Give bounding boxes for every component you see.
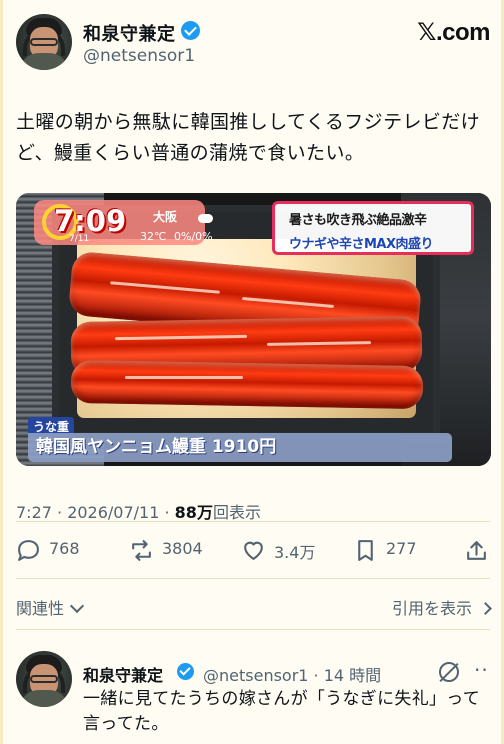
post-metadata: 7:27 · 2026/07/11 · 88万回表示 (16, 499, 261, 523)
divider-bottom (16, 629, 490, 630)
bookmark-icon (358, 540, 373, 561)
avatar-glasses (30, 38, 58, 46)
author-handle[interactable]: @netsensor1 (83, 46, 195, 66)
reply-text: 一緒に見てたうちの嫁さんが「うなぎに失礼」って言ってた。 (83, 689, 481, 734)
grok-icon[interactable] (439, 662, 459, 682)
like-count: 3.4万 (274, 543, 316, 562)
views-count: 88万 (174, 503, 213, 522)
divider-middle (16, 578, 490, 579)
tv-caption: 韓国風ヤンニョム鰻重 1910円 (28, 433, 452, 462)
view-quotes-link[interactable]: 引用を表示 (391, 595, 492, 619)
tv-headline-line-1: 暑さも吹き飛ぶ絶品激辛 (289, 213, 427, 228)
cloud-icon (198, 214, 213, 223)
weather-overlay: 7:09 7/11 大阪 32℃ 0%/0% (34, 200, 213, 245)
tv-date: 7/11 (69, 234, 90, 244)
reply-count: 768 (49, 539, 80, 558)
repost-icon (132, 540, 151, 561)
eel-fillet-3 (70, 359, 424, 410)
x-logo-icon: 𝕏.com (417, 19, 490, 46)
sort-related-dropdown[interactable]: 関連性 (16, 595, 85, 619)
more-icon[interactable]: ··· (474, 658, 490, 682)
chevron-down-icon (69, 598, 85, 614)
post-text: 土曜の朝から無駄に韓国推ししてくるフジテレビだけど、鰻重くらい普通の蒲焼で食いた… (16, 111, 481, 164)
divider-top (16, 521, 490, 522)
temperature-label: 32℃ (140, 230, 167, 243)
author-avatar[interactable] (16, 14, 72, 70)
tv-headline-line-2: ウナギや辛さMAX肉盛り (289, 237, 434, 252)
sauce-gloss-5 (125, 376, 243, 379)
reply-author-avatar[interactable] (16, 651, 72, 707)
rain-probability: 0%/0% (174, 230, 213, 243)
city-label: 大阪 (153, 210, 178, 224)
quote-label: 引用を表示 (391, 599, 472, 618)
attached-tv-image[interactable]: 7:09 7/11 大阪 32℃ 0%/0% 暑さも吹き飛ぶ絶品激辛 ウナギや辛… (16, 193, 491, 466)
tv-time: 7:09 (54, 204, 127, 238)
chevron-right-icon (479, 602, 492, 615)
heart-icon (244, 541, 263, 560)
reply-author-name[interactable]: 和泉守兼定 (83, 662, 163, 686)
related-label: 関連性 (16, 599, 65, 618)
views-label: 回表示 (212, 503, 261, 522)
post-timestamp[interactable]: 7:27 · 2026/07/11 · (16, 503, 175, 522)
reply-handle-time[interactable]: @netsensor1 · 14 時間 (203, 662, 381, 686)
reply-icon (18, 540, 39, 561)
verified-badge-icon (181, 21, 200, 40)
bookmark-count: 277 (386, 539, 417, 558)
reply-verified-badge-icon (177, 663, 194, 680)
tv-headline-box: 暑さも吹き飛ぶ絶品激辛 ウナギや辛さMAX肉盛り (272, 201, 474, 255)
post-header: 和泉守兼定 @netsensor1 𝕏.com (16, 12, 490, 72)
reply-avatar-glasses (30, 675, 58, 683)
share-icon (467, 541, 486, 560)
post-actions: 768 3804 3.4万 277 (16, 536, 490, 566)
author-name[interactable]: 和泉守兼定 (83, 20, 176, 46)
reply-post[interactable]: 和泉守兼定 @netsensor1 · 14 時間 ··· 一緒に見てたうちの嫁… (16, 643, 490, 744)
repost-count: 3804 (162, 539, 203, 558)
